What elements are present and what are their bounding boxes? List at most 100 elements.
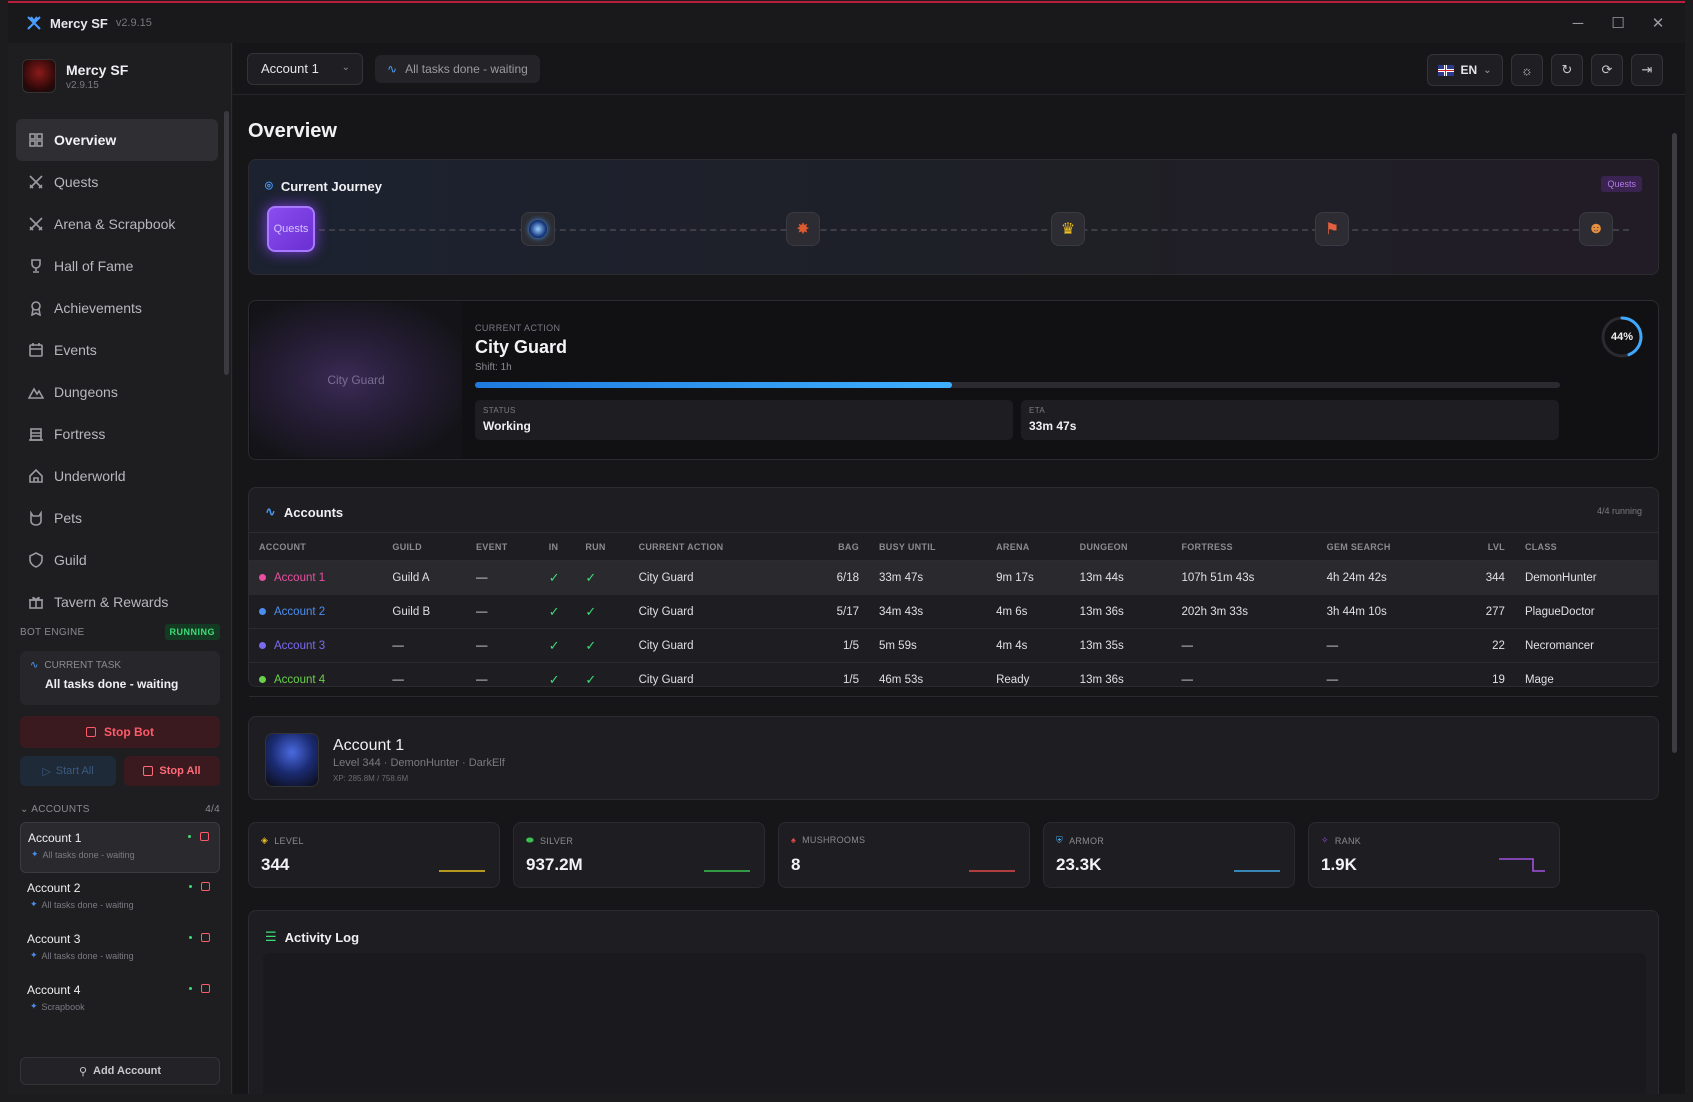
refresh-button[interactable]: ↻ <box>1551 54 1583 86</box>
current-action-shift: Shift: 1h <box>475 362 512 373</box>
column-header[interactable]: BAG <box>794 532 869 561</box>
maximize-icon[interactable]: ☐ <box>1605 11 1631 35</box>
app-window: Mercy SF v2.9.15 ─ ☐ ✕ Mercy SF v2.9.15 … <box>8 1 1685 1094</box>
account-link[interactable]: Account 3 <box>274 640 325 652</box>
column-header[interactable]: LVL <box>1446 532 1515 561</box>
account-select[interactable]: Account 1 ⌄ <box>247 52 363 85</box>
sidebar-item-pets[interactable]: Pets <box>16 497 218 539</box>
column-header[interactable]: DUNGEON <box>1069 532 1172 561</box>
sidebar-item-arena-scrapbook[interactable]: Arena & Scrapbook <box>16 203 218 245</box>
journey-node-monster-icon[interactable]: ✸ <box>786 212 820 246</box>
table-row[interactable]: Account 2 Guild B — ✓ ✓ City Guard 5/17 34m 43s… <box>249 594 1658 629</box>
cell-account: Account 1 <box>249 560 383 595</box>
sidebar-item-achievements[interactable]: Achievements <box>16 287 218 329</box>
stop-all-label: Stop All <box>159 765 201 777</box>
table-row[interactable]: Account 1 Guild A — ✓ ✓ City Guard 6/18 33m 47s… <box>249 560 1658 595</box>
sidebar-item-tavern-rewards[interactable]: Tavern & Rewards <box>16 581 218 623</box>
brand-name: Mercy SF <box>66 61 129 78</box>
column-header[interactable]: CLASS <box>1514 532 1658 561</box>
sidebar-item-dungeons[interactable]: Dungeons <box>16 371 218 413</box>
sidebar-scrollbar[interactable] <box>224 111 229 375</box>
sidebar-item-underworld[interactable]: Underworld <box>16 455 218 497</box>
column-header[interactable]: ARENA <box>986 532 1070 561</box>
account-link[interactable]: Account 1 <box>274 572 325 584</box>
sidebar-item-hall-of-fame[interactable]: Hall of Fame <box>16 245 218 287</box>
stop-account-button[interactable] <box>201 933 210 942</box>
brand-avatar <box>22 59 56 93</box>
stop-bot-button[interactable]: Stop Bot <box>20 716 220 748</box>
trophy-icon <box>31 259 41 273</box>
current-action-card: City Guard CURRENT ACTION City Guard Shi… <box>248 300 1659 460</box>
sidebar-item-label: Hall of Fame <box>54 258 134 274</box>
journey-node-face-icon[interactable]: ☻ <box>1579 212 1613 246</box>
cell-dungeon: 13m 36s <box>1069 594 1172 629</box>
cell-event: — <box>465 594 539 629</box>
cell-run: ✓ <box>575 662 629 697</box>
sidebar-item-fortress[interactable]: Fortress <box>16 413 218 455</box>
journey-node-quests[interactable]: Quests <box>267 206 315 252</box>
cell-class: Necromancer <box>1514 628 1658 663</box>
activity-log-body <box>263 953 1646 1094</box>
sidebar-item-guild[interactable]: Guild <box>16 539 218 581</box>
start-all-button[interactable]: ▷ Start All <box>20 756 116 786</box>
column-header[interactable]: CURRENT ACTION <box>628 532 795 561</box>
sidebar-account-item[interactable]: Account 2 ✦ All tasks done - waiting <box>20 873 220 924</box>
profile-xp: XP: 285.8M / 758.6M <box>333 774 409 783</box>
sidebar-nav: Overview Quests Arena & Scrapbook Hall of F… <box>16 119 218 623</box>
page-title: Overview <box>248 120 337 142</box>
table-row[interactable]: Account 4— — ✓ ✓ City Guard 1/5 46m 53s Ready 13… <box>249 662 1658 697</box>
column-header[interactable]: RUN <box>575 532 629 561</box>
journey-node-banner-icon[interactable]: ⚑ <box>1315 212 1349 246</box>
sidebar-account-item[interactable]: Account 1 ✦ All tasks done - waiting <box>20 822 220 873</box>
play-icon: ▷ <box>42 765 51 778</box>
table-row[interactable]: Account 3— — ✓ ✓ City Guard 1/5 5m 59s 4m 4s 13m… <box>249 628 1658 663</box>
theme-toggle-button[interactable]: ☼ <box>1511 54 1543 86</box>
column-header[interactable]: IN <box>538 532 576 561</box>
journey-node-crown-icon[interactable]: ♛ <box>1051 212 1085 246</box>
language-select[interactable]: EN ⌄ <box>1427 54 1503 86</box>
stat-card-mushrooms: ♠ MUSHROOMS 8 <box>778 822 1030 888</box>
account-link[interactable]: Account 4 <box>274 674 325 686</box>
mountain-icon <box>28 387 44 399</box>
stop-all-button[interactable]: Stop All <box>124 756 220 786</box>
stat-value: 1.9K <box>1321 855 1357 874</box>
stop-bot-label: Stop Bot <box>104 725 154 739</box>
account-color-dot <box>259 607 266 615</box>
minimize-icon[interactable]: ─ <box>1565 11 1591 35</box>
stop-account-button[interactable] <box>201 882 210 891</box>
cell-bag: 1/5 <box>794 662 869 697</box>
cell-guild: — <box>382 628 466 663</box>
account-color-dot <box>259 641 266 649</box>
sidebar-item-events[interactable]: Events <box>16 329 218 371</box>
close-icon[interactable]: ✕ <box>1645 11 1671 35</box>
column-header[interactable]: EVENT <box>465 532 539 561</box>
list-check-icon: ☰ <box>265 929 277 944</box>
sidebar-item-overview[interactable]: Overview <box>16 119 218 161</box>
cell-busy: 34m 43s <box>869 594 987 629</box>
cell-fortress: 107h 51m 43s <box>1171 560 1317 595</box>
add-account-button[interactable]: ⚲ Add Account <box>20 1057 220 1085</box>
sync-button[interactable]: ⟳ <box>1591 54 1623 86</box>
column-header[interactable]: GUILD <box>382 532 466 561</box>
column-header[interactable]: ACCOUNT <box>249 532 383 561</box>
cell-guild: — <box>382 662 466 697</box>
main-scrollbar[interactable] <box>1672 133 1677 753</box>
column-header[interactable]: FORTRESS <box>1171 532 1317 561</box>
stop-icon <box>143 766 154 776</box>
sidebar-account-item[interactable]: Account 4 ✦ Scrapbook <box>20 975 220 1026</box>
current-task-label: CURRENT TASK <box>44 660 122 671</box>
cell-run: ✓ <box>575 560 629 595</box>
stop-account-button[interactable] <box>201 984 210 993</box>
journey-track <box>299 229 1629 231</box>
column-header[interactable]: GEM SEARCH <box>1316 532 1447 561</box>
current-task-box: ∿ CURRENT TASK All tasks done - waiting <box>20 651 220 705</box>
user-plus-icon: ⚲ <box>78 1065 88 1078</box>
sidebar-item-quests[interactable]: Quests <box>16 161 218 203</box>
column-header[interactable]: BUSY UNTIL <box>869 532 987 561</box>
journey-node-portal-icon[interactable] <box>521 212 555 246</box>
account-link[interactable]: Account 2 <box>274 606 325 618</box>
stop-account-button[interactable] <box>200 832 209 841</box>
sidebar-account-item[interactable]: Account 3 ✦ All tasks done - waiting <box>20 924 220 975</box>
accounts-section-label[interactable]: ⌄ ACCOUNTS <box>20 804 90 815</box>
logout-button[interactable]: ⇥ <box>1631 54 1663 86</box>
